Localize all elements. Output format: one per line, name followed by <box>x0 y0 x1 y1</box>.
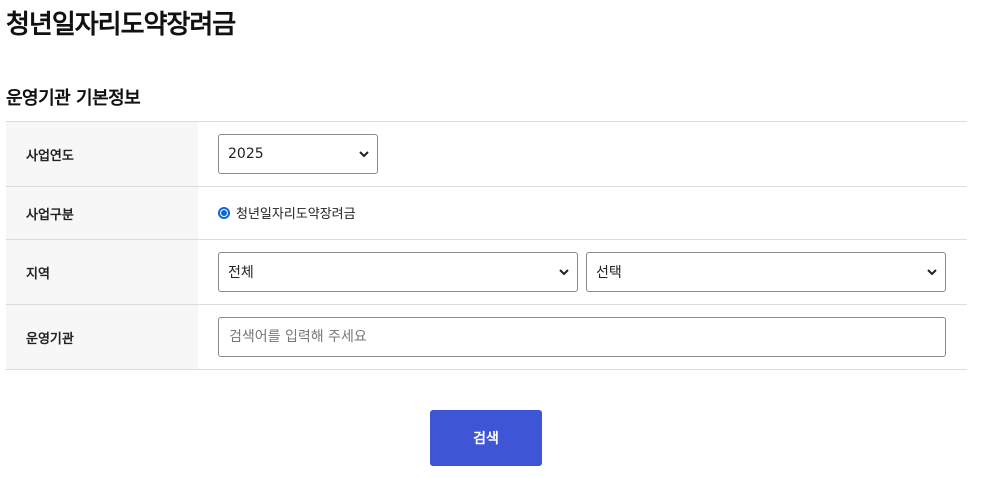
program-radio-option[interactable]: 청년일자리도약장려금 <box>218 203 356 222</box>
row-year: 사업연도 2025 <box>6 122 967 187</box>
agency-search-input[interactable] <box>218 317 946 357</box>
info-form-table: 사업연도 2025 사업구분 청년일자리도약장려금 지역 전체 선택 운영기관 … <box>6 121 967 370</box>
year-select-value: 2025 <box>228 146 264 162</box>
row-agency: 운영기관 <box>6 305 967 370</box>
region-label: 지역 <box>6 240 198 304</box>
program-label: 사업구분 <box>6 187 198 239</box>
region-secondary-value: 선택 <box>596 265 622 281</box>
program-radio-label[interactable]: 청년일자리도약장려금 <box>236 203 356 222</box>
row-region: 지역 전체 선택 <box>6 240 967 305</box>
region-primary-select[interactable]: 전체 <box>218 252 578 292</box>
agency-label: 운영기관 <box>6 305 198 369</box>
radio-button[interactable] <box>218 206 230 219</box>
chevron-down-icon <box>559 269 569 276</box>
radio-selected-dot <box>221 209 227 216</box>
region-primary-value: 전체 <box>228 265 254 281</box>
search-button[interactable]: 검색 <box>430 410 542 466</box>
year-label: 사업연도 <box>6 122 198 186</box>
chevron-down-icon <box>359 151 369 158</box>
chevron-down-icon <box>927 269 937 276</box>
row-program: 사업구분 청년일자리도약장려금 <box>6 187 967 240</box>
section-title: 운영기관 기본정보 <box>6 88 141 109</box>
year-select[interactable]: 2025 <box>218 134 378 174</box>
page-title: 청년일자리도약장려금 <box>6 10 236 40</box>
region-secondary-select[interactable]: 선택 <box>586 252 946 292</box>
